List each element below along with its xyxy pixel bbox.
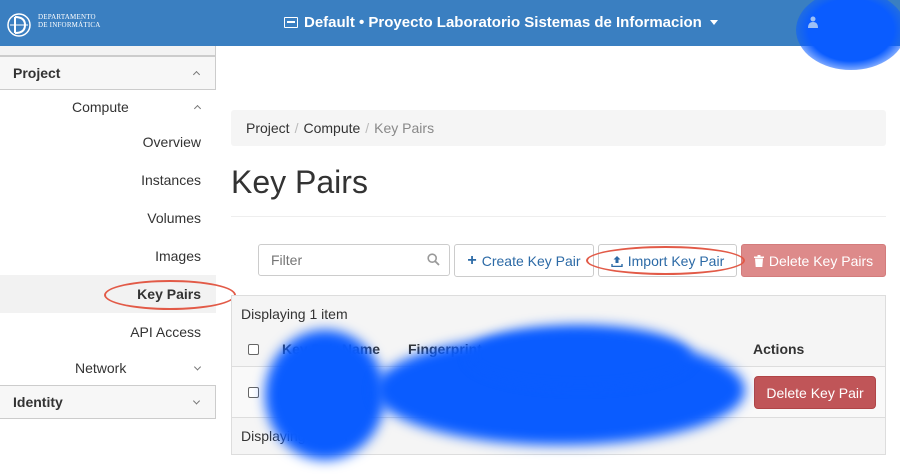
chevron-down-icon: [192, 397, 201, 405]
upload-icon: [611, 255, 623, 267]
sidebar-item-label: Key Pairs: [137, 286, 201, 302]
sidebar-group-label: Compute: [72, 99, 129, 115]
redaction-blob-name: [265, 330, 385, 460]
brand-line2: DE INFORMÁTICA: [38, 21, 101, 29]
breadcrumb-item-current: Key Pairs: [374, 120, 435, 136]
project-switcher[interactable]: Default • Proyecto Laboratorio Sistemas …: [284, 14, 718, 31]
caret-down-icon: [709, 20, 718, 25]
chevron-up-icon: [193, 104, 202, 113]
import-key-pair-button[interactable]: Import Key Pair: [598, 244, 737, 277]
sidebar-item-label: Instances: [141, 172, 201, 188]
sidebar-item-images[interactable]: Images: [0, 237, 216, 275]
page-title: Key Pairs: [231, 164, 368, 200]
sidebar-item-api-access[interactable]: API Access: [0, 313, 216, 351]
redaction-blob-header: [470, 325, 690, 385]
sidebar-group-network[interactable]: Network: [0, 351, 216, 385]
row-checkbox[interactable]: [248, 387, 259, 398]
sidebar-section-label: Project: [13, 65, 61, 81]
create-key-pair-label: Create Key Pair: [481, 252, 581, 269]
sidebar-section-identity[interactable]: Identity: [0, 385, 216, 419]
delete-key-pairs-button[interactable]: Delete Key Pairs: [741, 244, 886, 277]
sidebar-item-volumes[interactable]: Volumes: [0, 199, 216, 237]
user-icon[interactable]: [808, 16, 818, 28]
column-header-actions: Actions: [753, 341, 805, 357]
create-key-pair-button[interactable]: + Create Key Pair: [454, 244, 594, 277]
sidebar-item-label: Overview: [142, 134, 201, 150]
breadcrumb-separator: /: [365, 120, 370, 136]
sidebar-item-instances[interactable]: Instances: [0, 161, 216, 199]
sidebar-item-label: Volumes: [147, 210, 201, 226]
import-key-pair-label: Import Key Pair: [627, 252, 725, 269]
delete-key-pair-button[interactable]: Delete Key Pair: [754, 376, 876, 409]
brand-line1: DEPARTAMENTO: [38, 13, 96, 21]
title-divider: [231, 216, 886, 217]
sidebar-group-label: Network: [75, 360, 127, 376]
select-all-checkbox[interactable]: [248, 344, 259, 355]
sidebar-group-compute[interactable]: Compute: [0, 90, 216, 124]
sidebar-item-overview[interactable]: Overview: [0, 123, 216, 161]
sidebar-item-key-pairs[interactable]: Key Pairs: [0, 275, 216, 313]
chevron-up-icon: [192, 70, 201, 79]
filter-input[interactable]: [258, 244, 450, 276]
project-switcher-label: Default • Proyecto Laboratorio Sistemas …: [304, 14, 702, 31]
folder-icon: [284, 17, 298, 28]
breadcrumb-item-project[interactable]: Project: [246, 120, 290, 136]
breadcrumb-separator: /: [294, 120, 299, 136]
sidebar-section-label: Identity: [13, 394, 63, 410]
breadcrumb-item-compute[interactable]: Compute: [303, 120, 360, 136]
chevron-down-icon: [193, 363, 202, 371]
breadcrumb: Project / Compute / Key Pairs: [231, 110, 886, 146]
brand-logo[interactable]: DEPARTAMENTO DE INFORMÁTICA: [0, 8, 120, 38]
department-logo-icon: [7, 13, 31, 37]
brand-text: DEPARTAMENTO DE INFORMÁTICA: [38, 13, 101, 29]
sidebar-item-label: Images: [155, 248, 201, 264]
trash-icon: [753, 254, 764, 267]
top-navbar: DEPARTAMENTO DE INFORMÁTICA Default • Pr…: [0, 0, 900, 70]
search-icon[interactable]: [427, 253, 440, 266]
sidebar-top-strip: [0, 46, 216, 56]
sidebar: Project Compute Overview Instances Volum…: [0, 46, 216, 474]
user-menu-redaction: [796, 0, 900, 70]
plus-icon: +: [467, 251, 477, 269]
sidebar-item-label: API Access: [130, 324, 201, 340]
delete-key-pairs-label: Delete Key Pairs: [768, 252, 874, 269]
sidebar-section-project[interactable]: Project: [0, 56, 216, 90]
